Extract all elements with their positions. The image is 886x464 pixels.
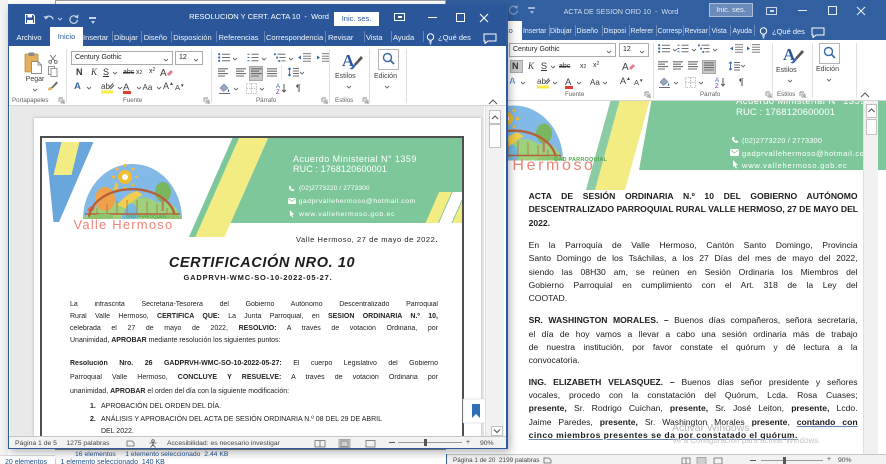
svg-text:A: A [160,68,167,79]
svg-text:Z: Z [715,84,719,88]
svg-text:A: A [622,62,629,73]
svg-text:ab: ab [537,77,546,86]
svg-text:ab: ab [101,82,110,91]
svg-text:Z: Z [276,90,280,94]
